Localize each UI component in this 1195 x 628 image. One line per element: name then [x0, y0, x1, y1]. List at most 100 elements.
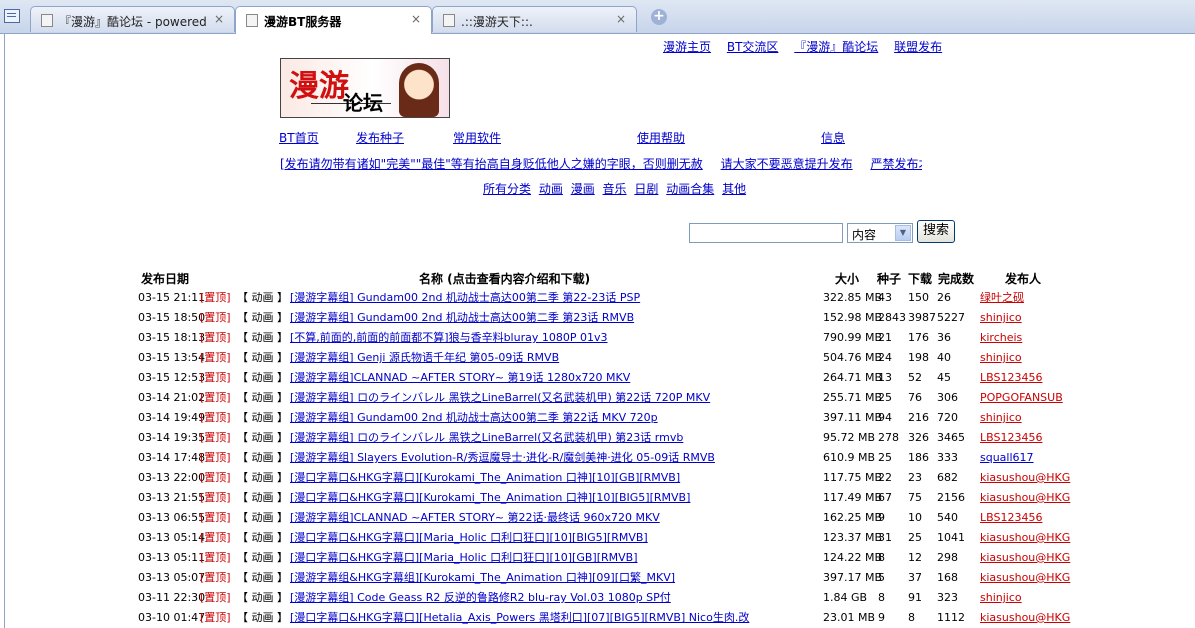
row-title-link[interactable]: [漫口字幕口&HKG字幕口][Maria_Holic 口利口狂口][10][BI…	[290, 528, 820, 548]
row-publisher-link[interactable]: kiasushou@HKG	[980, 568, 1070, 588]
row-title-link[interactable]: [漫口字幕口&HKG字幕口][Maria_Holic 口利口狂口][10][GB…	[290, 548, 820, 568]
row-title-link[interactable]: [不算,前面的,前面的前面都不算]狼与香辛料bluray 1080P 01v3	[290, 328, 820, 348]
table-row: 03-15 21:11 [置顶] 【 动画 】 [漫游字幕组] Gundam00 2n…	[5, 288, 1195, 308]
row-date: 03-11 22:30	[138, 591, 206, 604]
close-icon[interactable]: ×	[411, 12, 421, 26]
table-row: 03-13 05:11 [置顶] 【 动画 】 [漫口字幕口&HKG字幕口][Mari…	[5, 548, 1195, 568]
cat-anime[interactable]: 动画	[539, 182, 563, 196]
row-title-link[interactable]: [漫游字幕组]CLANNAD ~AFTER STORY~ 第19话 1280x7…	[290, 368, 820, 388]
row-publisher-link[interactable]: 绿叶之砚	[980, 288, 1024, 308]
close-icon[interactable]: ×	[214, 12, 224, 26]
cat-all[interactable]: 所有分类	[483, 182, 531, 196]
announcement-3[interactable]: 严禁发布才	[870, 157, 922, 171]
nav-info[interactable]: 信息	[821, 129, 845, 146]
cat-drama[interactable]: 日剧	[634, 182, 658, 196]
row-title-link[interactable]: [漫游字幕组] Code Geass R2 反逆的鲁路修R2 blu-ray V…	[290, 588, 820, 608]
row-title-link[interactable]: [漫口字幕口&HKG字幕口][Hetalia_Axis_Powers 黑塔利口]…	[290, 608, 820, 628]
nav-help[interactable]: 使用帮助	[637, 129, 685, 146]
row-publisher-link[interactable]: shinjico	[980, 408, 1022, 428]
row-size: 322.85 MB	[823, 291, 883, 304]
row-category: 【 动画 】	[237, 431, 288, 444]
tab-bt-server[interactable]: 漫游BT服务器 ×	[235, 6, 432, 34]
page-icon	[41, 14, 53, 27]
page-icon	[443, 14, 455, 27]
tab-forum[interactable]: 『漫游』酷论坛 - powered by... ×	[30, 6, 235, 32]
row-publisher-link[interactable]: LBS123456	[980, 368, 1042, 388]
row-publisher-link[interactable]: shinjico	[980, 308, 1022, 328]
cat-music[interactable]: 音乐	[603, 182, 627, 196]
header-publisher: 发布人	[1005, 272, 1042, 286]
table-row: 03-15 13:54 [置顶] 【 动画 】 [漫游字幕组] Genji 源氏物语千…	[5, 348, 1195, 368]
row-date: 03-15 18:13	[138, 331, 206, 344]
tab-list-icon[interactable]	[4, 9, 20, 23]
link-home[interactable]: 漫游主页	[663, 40, 711, 54]
row-publisher-link[interactable]: kiasushou@HKG	[980, 528, 1070, 548]
row-completed: 5227	[937, 311, 965, 324]
nav-bt-home[interactable]: BT首页	[279, 129, 319, 146]
row-date: 03-14 21:02	[138, 391, 206, 404]
announcement-2[interactable]: 请大家不要恶意提升发布	[721, 157, 853, 171]
announcement-1[interactable]: [发布请勿带有诸如"完美""最佳"等有抬高自身贬低他人之嫌的字眼，否则删无赦	[280, 157, 703, 171]
row-title-link[interactable]: [漫游字幕组] Gundam00 2nd 机动战士高达00第二季 第22-23话…	[290, 288, 820, 308]
search-button[interactable]: 搜索	[917, 220, 955, 243]
row-title-link[interactable]: [漫口字幕口&HKG字幕口][Kurokami_The_Animation 口神…	[290, 468, 820, 488]
row-date: 03-15 12:53	[138, 371, 206, 384]
row-category: 【 动画 】	[237, 591, 288, 604]
cat-other[interactable]: 其他	[722, 182, 746, 196]
row-publisher-link[interactable]: kiasushou@HKG	[980, 608, 1070, 628]
row-category: 【 动画 】	[237, 371, 288, 384]
link-alliance[interactable]: 联盟发布	[894, 40, 942, 54]
table-row: 03-14 19:35 [置顶] 【 动画 】 [漫游字幕组] ロのラインバレル 黑铁…	[5, 428, 1195, 448]
search-select-value: 内容	[852, 228, 877, 242]
row-publisher-link[interactable]: kircheis	[980, 328, 1022, 348]
row-pin-badge: [置顶]	[200, 351, 231, 364]
row-title-link[interactable]: [漫口字幕口&HKG字幕口][Kurokami_The_Animation 口神…	[290, 488, 820, 508]
row-seeds: 278	[878, 431, 899, 444]
row-title-link[interactable]: [漫游字幕组&HKG字幕组][Kurokami_The_Animation 口神…	[290, 568, 820, 588]
nav-publish[interactable]: 发布种子	[356, 129, 404, 146]
row-title-link[interactable]: [漫游字幕组] Genji 源氏物语千年纪 第05-09话 RMVB	[290, 348, 820, 368]
row-publisher-link[interactable]: LBS123456	[980, 428, 1042, 448]
link-cool-forum[interactable]: 『漫游』酷论坛	[794, 40, 878, 54]
cat-anime-collection[interactable]: 动画合集	[666, 182, 714, 196]
new-tab-icon[interactable]: +	[651, 9, 667, 25]
row-publisher-link[interactable]: kiasushou@HKG	[980, 548, 1070, 568]
link-bt-forum[interactable]: BT交流区	[727, 40, 779, 54]
search-input[interactable]	[689, 223, 843, 243]
row-pin-badge: [置顶]	[200, 331, 231, 344]
row-size: 504.76 MB	[823, 351, 883, 364]
row-publisher-link[interactable]: LBS123456	[980, 508, 1042, 528]
row-category: 【 动画 】	[237, 491, 288, 504]
row-title-link[interactable]: [漫游字幕组] Gundam00 2nd 机动战士高达00第二季 第22话 MK…	[290, 408, 820, 428]
row-title-link[interactable]: [漫游字幕组]CLANNAD ~AFTER STORY~ 第22话·最终话 96…	[290, 508, 820, 528]
row-title-link[interactable]: [漫游字幕组] ロのラインバレル 黑铁之LineBarrel(又名武装机甲) 第…	[290, 428, 820, 448]
cat-manga[interactable]: 漫画	[571, 182, 595, 196]
row-downloads: 3987	[908, 311, 936, 324]
row-publisher-link[interactable]: shinjico	[980, 588, 1022, 608]
row-title-link[interactable]: [漫游字幕组] Slayers Evolution-R/秀逗魔导士·进化-R/魔…	[290, 448, 820, 468]
row-date: 03-15 21:11	[138, 291, 206, 304]
row-pin-badge: [置顶]	[200, 591, 231, 604]
table-row: 03-13 06:55 [置顶] 【 动画 】 [漫游字幕组]CLANNAD ~AFT…	[5, 508, 1195, 528]
table-row: 03-15 18:13 [置顶] 【 动画 】 [不算,前面的,前面的前面都不算]狼与…	[5, 328, 1195, 348]
row-publisher-link[interactable]: POPGOFANSUB	[980, 388, 1063, 408]
row-publisher-link[interactable]: kiasushou@HKG	[980, 488, 1070, 508]
row-seeds: 22	[878, 471, 892, 484]
chevron-down-icon[interactable]: ▼	[895, 225, 911, 241]
row-size: 790.99 MB	[823, 331, 883, 344]
tab-manyou-world[interactable]: .::漫游天下::. ×	[432, 6, 637, 32]
table-row: 03-15 18:50 [置顶] 【 动画 】 [漫游字幕组] Gundam00 2n…	[5, 308, 1195, 328]
forum-logo[interactable]: 漫游 论坛	[280, 58, 450, 118]
row-completed: 36	[937, 331, 951, 344]
row-publisher-link[interactable]: shinjico	[980, 348, 1022, 368]
row-title-link[interactable]: [漫游字幕组] ロのラインバレル 黑铁之LineBarrel(又名武装机甲) 第…	[290, 388, 820, 408]
row-title-link[interactable]: [漫游字幕组] Gundam00 2nd 机动战士高达00第二季 第23话 RM…	[290, 308, 820, 328]
row-downloads: 216	[908, 411, 929, 424]
row-publisher-link[interactable]: squall617	[980, 448, 1034, 468]
close-icon[interactable]: ×	[616, 12, 626, 26]
search-field-select[interactable]: 内容 ▼	[847, 223, 913, 243]
row-date: 03-13 05:11	[138, 551, 206, 564]
row-category: 【 动画 】	[237, 311, 288, 324]
nav-software[interactable]: 常用软件	[453, 129, 501, 146]
row-publisher-link[interactable]: kiasushou@HKG	[980, 468, 1070, 488]
